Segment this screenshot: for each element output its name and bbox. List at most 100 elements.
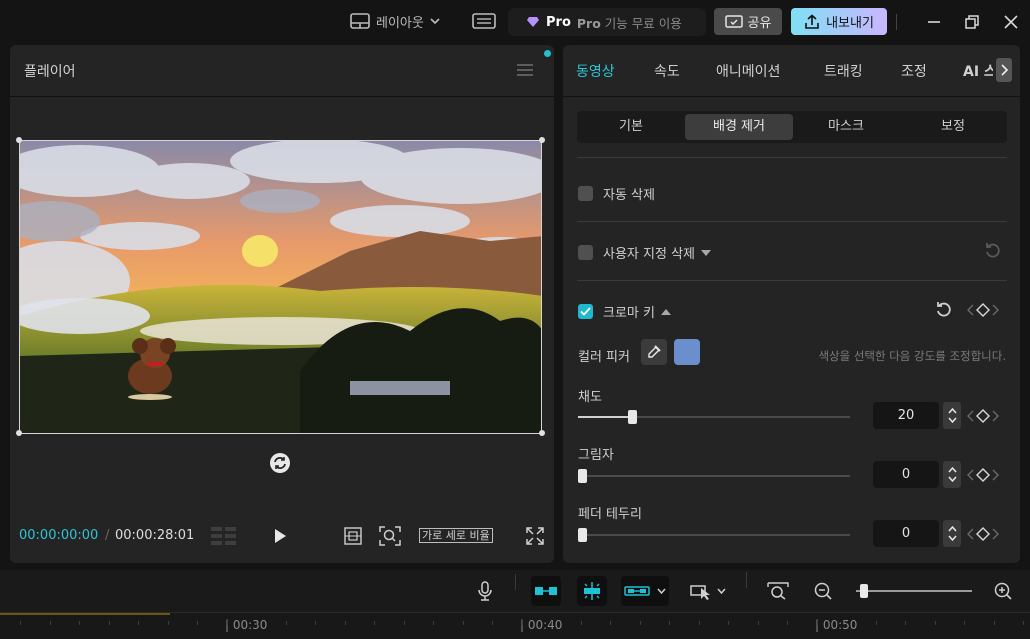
chevron-left-icon[interactable] [967,410,974,422]
menu-icon[interactable] [516,63,534,77]
tab-tracking[interactable]: 트래킹 [824,61,863,81]
chroma-key-row[interactable]: 크로마 키 [578,302,671,321]
chroma-key-checkbox[interactable] [578,304,593,319]
zoom-slider[interactable] [856,590,972,592]
layout-label: 레이아웃 [376,15,424,31]
chevron-down-icon[interactable] [657,588,666,594]
divider [577,157,1007,158]
chevron-right-icon[interactable] [992,410,999,422]
slider-knob[interactable] [578,469,587,483]
shadow-stepper[interactable] [943,461,961,488]
crop-handle[interactable] [16,430,22,436]
rotate-button[interactable] [269,452,291,478]
auto-snap-button[interactable] [577,576,607,606]
shadow-input[interactable]: 0 [873,461,939,488]
reset-icon[interactable] [984,242,1002,260]
feather-edge-slider[interactable] [578,528,850,542]
crop-handle[interactable] [16,137,22,143]
subtab-basic[interactable]: 기본 [577,114,685,140]
color-swatch[interactable] [674,339,700,365]
subtab-mask[interactable]: 마스크 [792,114,900,140]
diamond-icon [527,17,539,27]
chevron-left-icon[interactable] [967,304,974,316]
ruler-tick [699,621,700,625]
ruler-tick [20,621,21,625]
ruler-tick [404,621,405,625]
ruler-tick [522,621,523,625]
keyframe-diamond-icon[interactable] [976,303,990,317]
grid-icon[interactable] [210,525,238,547]
keyframe-diamond-icon[interactable] [976,409,990,423]
tab-speed[interactable]: 속도 [654,61,680,81]
custom-remove-checkbox[interactable] [578,245,593,260]
pro-promo-button[interactable]: Pro Pro 기능 무료 이용 [508,8,706,36]
eyedropper-button[interactable] [641,339,667,365]
caret-up-icon[interactable] [660,308,671,315]
saturation-input[interactable]: 20 [873,402,939,429]
microphone-icon [478,581,492,601]
tab-animation[interactable]: 애니메이션 [716,61,780,81]
chevron-right-icon[interactable] [992,304,999,316]
layout-menu[interactable]: 레이아웃 [350,10,440,32]
slider-knob[interactable] [578,528,587,542]
divider [577,221,1007,222]
chevron-right-icon[interactable] [992,528,999,540]
export-button[interactable]: 내보내기 [791,8,887,35]
share-button[interactable]: 공유 [714,8,782,35]
video-preview[interactable] [19,140,542,434]
caret-down-icon[interactable] [701,249,711,256]
crop-handle[interactable] [539,137,545,143]
ruler-tick [374,621,375,625]
auto-remove-label: 자동 삭제 [603,188,655,203]
snap-icon [584,582,600,600]
main-track-magnet-button[interactable] [531,576,561,606]
minimize-button[interactable] [924,12,944,32]
keyframe-diamond-icon[interactable] [976,527,990,541]
tab-video[interactable]: 동영상 [576,61,615,81]
zoom-out-button[interactable] [808,576,838,606]
chevron-left-icon[interactable] [967,528,974,540]
chroma-hint: 색상을 선택한 다음 강도를 조정합니다. [818,349,1006,363]
restore-button[interactable] [962,12,982,32]
player-header: 플레이어 [10,45,554,97]
chevron-left-icon[interactable] [967,469,974,481]
custom-remove-row[interactable]: 사용자 지정 삭제 [578,243,711,262]
ruler-tick [168,621,169,625]
slider-knob[interactable] [628,410,638,424]
auto-remove-checkbox[interactable] [578,186,593,201]
ruler-tick [109,621,110,625]
aspect-ratio-button[interactable]: 가로 세로 비율 [419,528,493,543]
preview-axis-button[interactable] [686,576,730,606]
close-button[interactable] [1001,12,1021,32]
feather-edge-stepper[interactable] [943,520,961,547]
keyframe-diamond-icon[interactable] [976,468,990,482]
subtab-bar: 기본 배경 제거 마스크 보정 [577,111,1007,143]
zoom-fit-icon[interactable] [379,526,401,546]
tab-adjust[interactable]: 조정 [901,61,927,81]
crop-handle[interactable] [539,430,545,436]
zoom-to-fit-button[interactable] [763,576,793,606]
feather-edge-input[interactable]: 0 [873,520,939,547]
timeline-ruler[interactable]: | 00:30 | 00:40 | 00:50 [0,612,1030,639]
fullscreen-icon[interactable] [526,527,544,545]
microphone-button[interactable] [470,576,500,606]
play-icon[interactable] [272,527,288,545]
ruler-tick [197,621,198,625]
safe-frame-icon[interactable] [344,527,362,545]
saturation-stepper[interactable] [943,402,961,429]
reset-icon[interactable] [935,301,953,319]
shadow-slider[interactable] [578,469,850,483]
subtab-correction[interactable]: 보정 [899,114,1007,140]
auto-remove-row[interactable]: 자동 삭제 [578,184,655,203]
zoom-in-button[interactable] [988,576,1018,606]
saturation-slider[interactable] [578,410,850,424]
link-clips-button[interactable] [621,576,669,606]
chevron-right-icon[interactable] [992,469,999,481]
keyboard-shortcut-button[interactable] [472,12,496,34]
ruler-tick [846,621,847,625]
tabs-next-button[interactable] [996,58,1012,82]
tab-ai[interactable]: AI 스 [963,61,993,81]
magnet-link-icon [535,587,557,595]
subtab-bg-remove[interactable]: 배경 제거 [685,114,793,140]
zoom-slider-knob[interactable] [860,584,868,598]
